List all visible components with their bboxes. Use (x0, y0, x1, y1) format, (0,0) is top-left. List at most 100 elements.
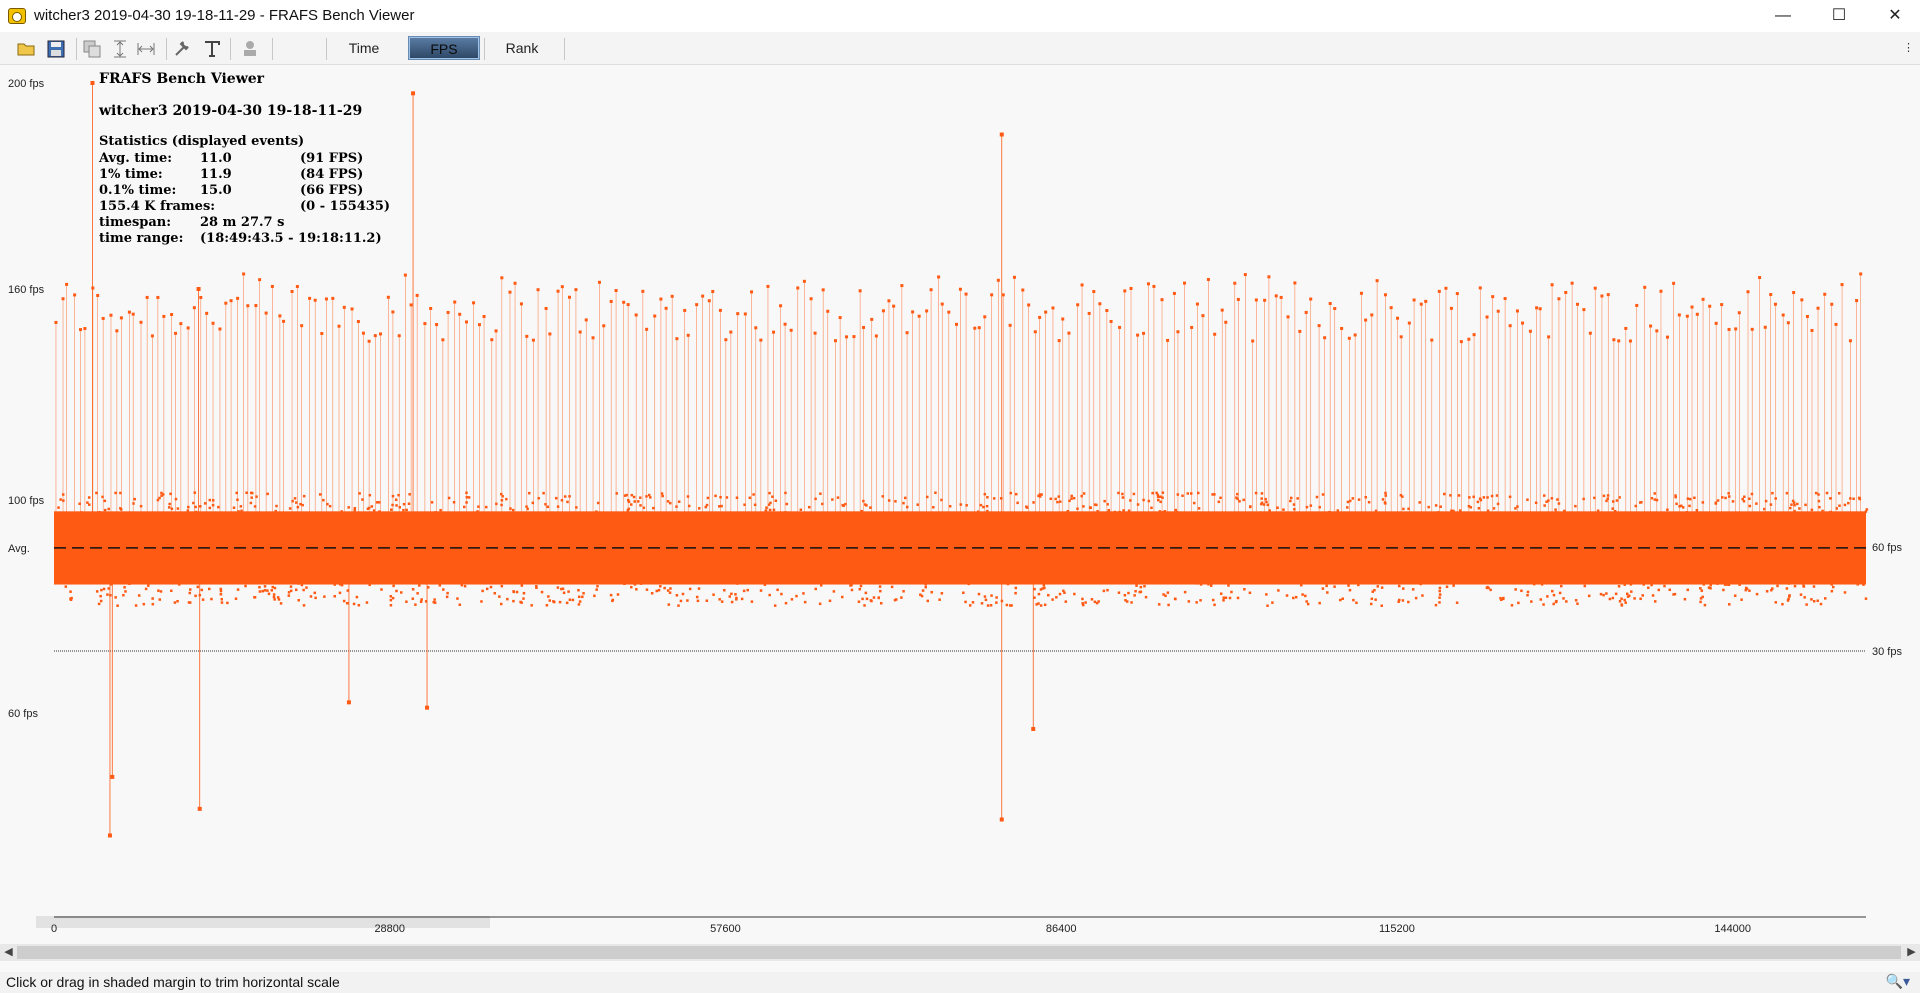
scatter-point (860, 509, 864, 513)
scatter-point (632, 495, 636, 499)
fps-chart[interactable]: 200 fps160 fps100 fps60 fpsAvg. 60 fps30… (0, 65, 1920, 946)
fit-vertical-icon[interactable] (110, 39, 130, 59)
scatter-point (446, 522, 450, 525)
spike-point (1810, 328, 1814, 332)
scatter-point (1242, 498, 1245, 502)
scatter-point (219, 589, 223, 593)
scatter-point (1096, 552, 1099, 556)
scatter-point (465, 501, 468, 504)
scatter-point (986, 604, 990, 607)
scatter-point (1827, 543, 1831, 547)
scatter-point (347, 517, 351, 521)
scatter-point (493, 516, 496, 519)
scatter-point (1126, 538, 1129, 541)
scatter-point (181, 571, 185, 575)
scatter-point (356, 532, 360, 535)
spike-point (1190, 325, 1194, 329)
minimize-button[interactable]: — (1760, 0, 1806, 32)
more-options-icon[interactable]: ⋮ (1903, 41, 1914, 54)
scatter-point (702, 533, 705, 536)
scatter-point (1523, 514, 1527, 518)
scatter-point (193, 581, 197, 585)
scatter-point (1416, 530, 1420, 534)
tab-rank[interactable]: Rank (494, 36, 550, 60)
scatter-point (1004, 567, 1007, 571)
scatter-point (1452, 584, 1455, 587)
scatter-point (1738, 583, 1741, 586)
scatter-point (1808, 574, 1811, 578)
scatter-point (1081, 597, 1084, 601)
scatter-point (742, 530, 746, 534)
scatter-point (325, 580, 329, 583)
maximize-button[interactable]: ☐ (1816, 0, 1862, 32)
scatter-point (864, 591, 868, 595)
scatter-point (1224, 596, 1228, 599)
scatter-point (959, 503, 963, 506)
scatter-point (88, 503, 91, 506)
tab-time[interactable]: Time (338, 36, 390, 60)
open-folder-icon[interactable] (16, 39, 36, 59)
scatter-point (1465, 543, 1469, 547)
scatter-point (1615, 499, 1619, 502)
scatter-point (746, 588, 749, 592)
trim-margin[interactable] (36, 916, 490, 928)
tab-fps[interactable]: FPS (408, 36, 480, 60)
scatter-point (772, 508, 776, 512)
scatter-point (543, 544, 546, 548)
text-icon[interactable] (202, 39, 222, 59)
scatter-point (1220, 518, 1223, 521)
scatter-point (1767, 569, 1770, 573)
scatter-point (1722, 588, 1725, 592)
scatter-point (1701, 595, 1704, 599)
zoom-icon[interactable]: 🔍▾ (1886, 973, 1910, 990)
scroll-left-arrow-icon[interactable]: ◀ (0, 944, 17, 961)
scatter-point (553, 535, 557, 538)
fit-horizontal-icon[interactable] (136, 39, 156, 59)
scatter-point (1364, 495, 1368, 499)
scatter-point (674, 558, 677, 562)
scatter-point (1376, 585, 1380, 588)
scatter-point (279, 513, 282, 517)
spike-point (881, 309, 885, 313)
stamp-icon[interactable] (240, 39, 260, 59)
scatter-point (123, 573, 127, 576)
scatter-point (473, 549, 477, 553)
scroll-right-arrow-icon[interactable]: ▶ (1903, 944, 1920, 961)
settings-wrench-icon[interactable] (172, 39, 192, 59)
scatter-point (1236, 492, 1239, 496)
scatter-point (1688, 543, 1691, 547)
scatter-point (890, 585, 894, 589)
scatter-point (72, 565, 76, 568)
scatter-point (768, 593, 771, 597)
scatter-point (1341, 516, 1344, 519)
copy-icon[interactable] (82, 39, 102, 59)
scatter-point (595, 510, 598, 513)
scatter-point (1505, 535, 1509, 538)
horizontal-scrollbar[interactable]: ◀ ▶ (0, 944, 1920, 961)
toolbar-separator (76, 38, 77, 60)
spike-point (435, 323, 439, 327)
scatter-point (241, 516, 244, 520)
scatter-point (487, 580, 491, 583)
scatter-point (1063, 578, 1066, 581)
scatter-point (1380, 604, 1384, 607)
spike-point (1160, 298, 1164, 302)
scatter-point (445, 595, 449, 599)
spike-point (109, 313, 113, 317)
scatter-point (536, 538, 540, 541)
scatter-point (1161, 496, 1164, 499)
spike-point (905, 331, 909, 335)
close-button[interactable]: ✕ (1872, 0, 1918, 32)
scatter-point (1195, 580, 1198, 584)
scatter-point (1103, 570, 1106, 574)
scatter-point (1778, 527, 1782, 531)
spike-point (591, 336, 595, 340)
save-icon[interactable] (46, 39, 66, 59)
scatter-point (959, 573, 963, 577)
scatter-point (1158, 510, 1162, 513)
outlier-point (1031, 726, 1036, 731)
spike-point (1274, 294, 1278, 298)
scatter-point (1154, 563, 1157, 566)
scrollbar-thumb[interactable] (17, 946, 1901, 959)
spike-point (367, 339, 371, 343)
